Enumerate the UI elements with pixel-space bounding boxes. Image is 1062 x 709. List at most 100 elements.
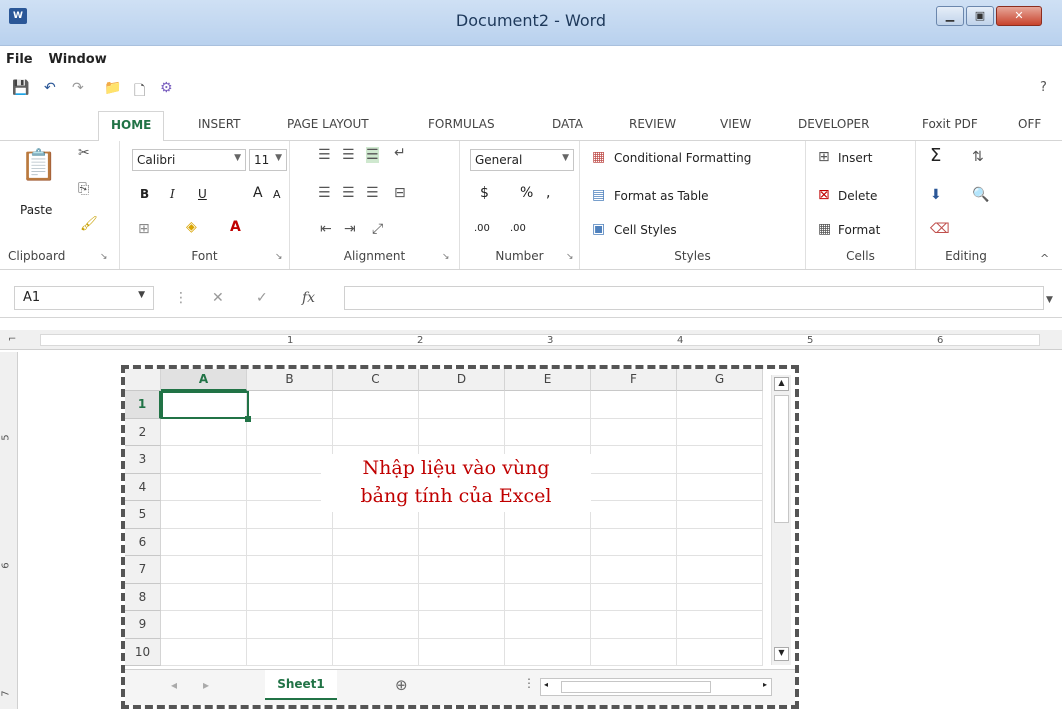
- align-center-icon[interactable]: ☰: [342, 185, 355, 201]
- cell-e9[interactable]: [505, 611, 591, 639]
- italic-button[interactable]: I: [170, 187, 175, 201]
- bold-button[interactable]: B: [140, 187, 149, 201]
- open-folder-icon[interactable]: 📁: [104, 80, 121, 96]
- find-select-icon[interactable]: 🔍: [972, 187, 989, 203]
- cell-a10[interactable]: [161, 638, 247, 666]
- cell-g7[interactable]: [677, 556, 763, 584]
- more-options-icon[interactable]: ⋮: [174, 290, 188, 306]
- cell-c9[interactable]: [333, 611, 419, 639]
- cut-icon[interactable]: ✂: [78, 145, 90, 161]
- tab-review[interactable]: REVIEW: [629, 117, 676, 131]
- font-launcher-icon[interactable]: ↘: [275, 252, 283, 262]
- percent-button[interactable]: %: [520, 185, 533, 201]
- column-header-c[interactable]: C: [333, 369, 419, 391]
- scroll-left-icon[interactable]: ◂: [544, 680, 548, 689]
- row-header-8[interactable]: 8: [125, 583, 161, 611]
- row-header-1[interactable]: 1: [125, 391, 161, 419]
- column-header-d[interactable]: D: [419, 369, 505, 391]
- tab-home[interactable]: HOME: [98, 111, 165, 142]
- active-cell-a1[interactable]: [161, 391, 249, 419]
- cell-g9[interactable]: [677, 611, 763, 639]
- cell-c1[interactable]: [333, 391, 419, 419]
- cell-styles-button[interactable]: Cell Styles: [614, 223, 677, 237]
- new-document-icon[interactable]: 🗋: [134, 80, 145, 104]
- cell-d6[interactable]: [419, 528, 505, 556]
- cell-f9[interactable]: [591, 611, 677, 639]
- column-header-b[interactable]: B: [247, 369, 333, 391]
- cell-g2[interactable]: [677, 418, 763, 446]
- cell-f4[interactable]: [591, 473, 677, 501]
- add-sheet-button[interactable]: ⊕: [395, 676, 408, 694]
- expand-formula-icon[interactable]: ▼: [1046, 292, 1053, 308]
- cell-e10[interactable]: [505, 638, 591, 666]
- menu-file[interactable]: File: [0, 50, 39, 69]
- alignment-launcher-icon[interactable]: ↘: [442, 252, 450, 262]
- column-header-g[interactable]: G: [677, 369, 763, 391]
- fill-color-icon[interactable]: ◈: [186, 219, 197, 235]
- cell-g3[interactable]: [677, 446, 763, 474]
- cell-c6[interactable]: [333, 528, 419, 556]
- redo-icon[interactable]: ↷: [72, 80, 84, 96]
- cell-f1[interactable]: [591, 391, 677, 419]
- tab-view[interactable]: VIEW: [720, 117, 751, 131]
- cell-e1[interactable]: [505, 391, 591, 419]
- select-all-corner[interactable]: [125, 369, 161, 391]
- cell-d8[interactable]: [419, 583, 505, 611]
- cell-c10[interactable]: [333, 638, 419, 666]
- cell-e7[interactable]: [505, 556, 591, 584]
- cell-g6[interactable]: [677, 528, 763, 556]
- format-as-table-button[interactable]: Format as Table: [614, 189, 709, 203]
- row-header-6[interactable]: 6: [125, 528, 161, 556]
- cell-f10[interactable]: [591, 638, 677, 666]
- paste-button[interactable]: Paste: [20, 203, 52, 217]
- font-size-select[interactable]: 11 ▼: [249, 149, 287, 171]
- cell-c8[interactable]: [333, 583, 419, 611]
- cell-e8[interactable]: [505, 583, 591, 611]
- cell-g8[interactable]: [677, 583, 763, 611]
- copy-icon[interactable]: ⎘: [78, 181, 89, 197]
- cell-e2[interactable]: [505, 418, 591, 446]
- sheet-tab-sheet1[interactable]: Sheet1: [265, 670, 337, 700]
- merge-center-icon[interactable]: ⊟: [394, 185, 406, 201]
- cell-b8[interactable]: [247, 583, 333, 611]
- format-painter-icon[interactable]: 🖌: [80, 216, 98, 232]
- fill-icon[interactable]: ⬇: [930, 187, 942, 203]
- tab-selector-icon[interactable]: ⌐: [8, 332, 16, 348]
- cell-f6[interactable]: [591, 528, 677, 556]
- formula-input[interactable]: [344, 286, 1044, 310]
- help-icon[interactable]: ?: [1040, 80, 1047, 95]
- scroll-down-icon[interactable]: ▼: [774, 647, 789, 661]
- row-header-4[interactable]: 4: [125, 473, 161, 501]
- save-icon[interactable]: 💾: [12, 80, 29, 96]
- cell-a9[interactable]: [161, 611, 247, 639]
- orientation-icon[interactable]: ⤢: [372, 221, 383, 237]
- cell-a4[interactable]: [161, 473, 247, 501]
- increase-decimal-button[interactable]: .00: [474, 223, 490, 234]
- insert-cells-button[interactable]: Insert: [838, 151, 872, 165]
- cell-a7[interactable]: [161, 556, 247, 584]
- row-header-5[interactable]: 5: [125, 501, 161, 529]
- wrap-text-icon[interactable]: ↵: [394, 145, 406, 161]
- row-header-7[interactable]: 7: [125, 556, 161, 584]
- tab-developer[interactable]: DEVELOPER: [798, 117, 869, 131]
- horizontal-scroll-thumb[interactable]: [561, 681, 711, 693]
- cell-d1[interactable]: [419, 391, 505, 419]
- next-sheet-icon[interactable]: ▸: [203, 678, 209, 692]
- cell-b6[interactable]: [247, 528, 333, 556]
- tab-data[interactable]: DATA: [552, 117, 583, 131]
- cell-b2[interactable]: [247, 418, 333, 446]
- font-color-icon[interactable]: A: [230, 219, 241, 235]
- cell-a8[interactable]: [161, 583, 247, 611]
- row-header-3[interactable]: 3: [125, 446, 161, 474]
- confirm-entry-button[interactable]: ✓: [256, 290, 268, 306]
- row-header-10[interactable]: 10: [125, 638, 161, 666]
- clipboard-launcher-icon[interactable]: ↘: [100, 252, 108, 262]
- cancel-entry-button[interactable]: ✕: [212, 290, 224, 306]
- cell-d10[interactable]: [419, 638, 505, 666]
- currency-button[interactable]: $: [480, 185, 489, 201]
- conditional-formatting-button[interactable]: Conditional Formatting: [614, 151, 751, 165]
- cell-g1[interactable]: [677, 391, 763, 419]
- align-middle-icon[interactable]: ☰: [342, 147, 355, 163]
- number-format-select[interactable]: General ▼: [470, 149, 574, 171]
- number-launcher-icon[interactable]: ↘: [566, 252, 574, 262]
